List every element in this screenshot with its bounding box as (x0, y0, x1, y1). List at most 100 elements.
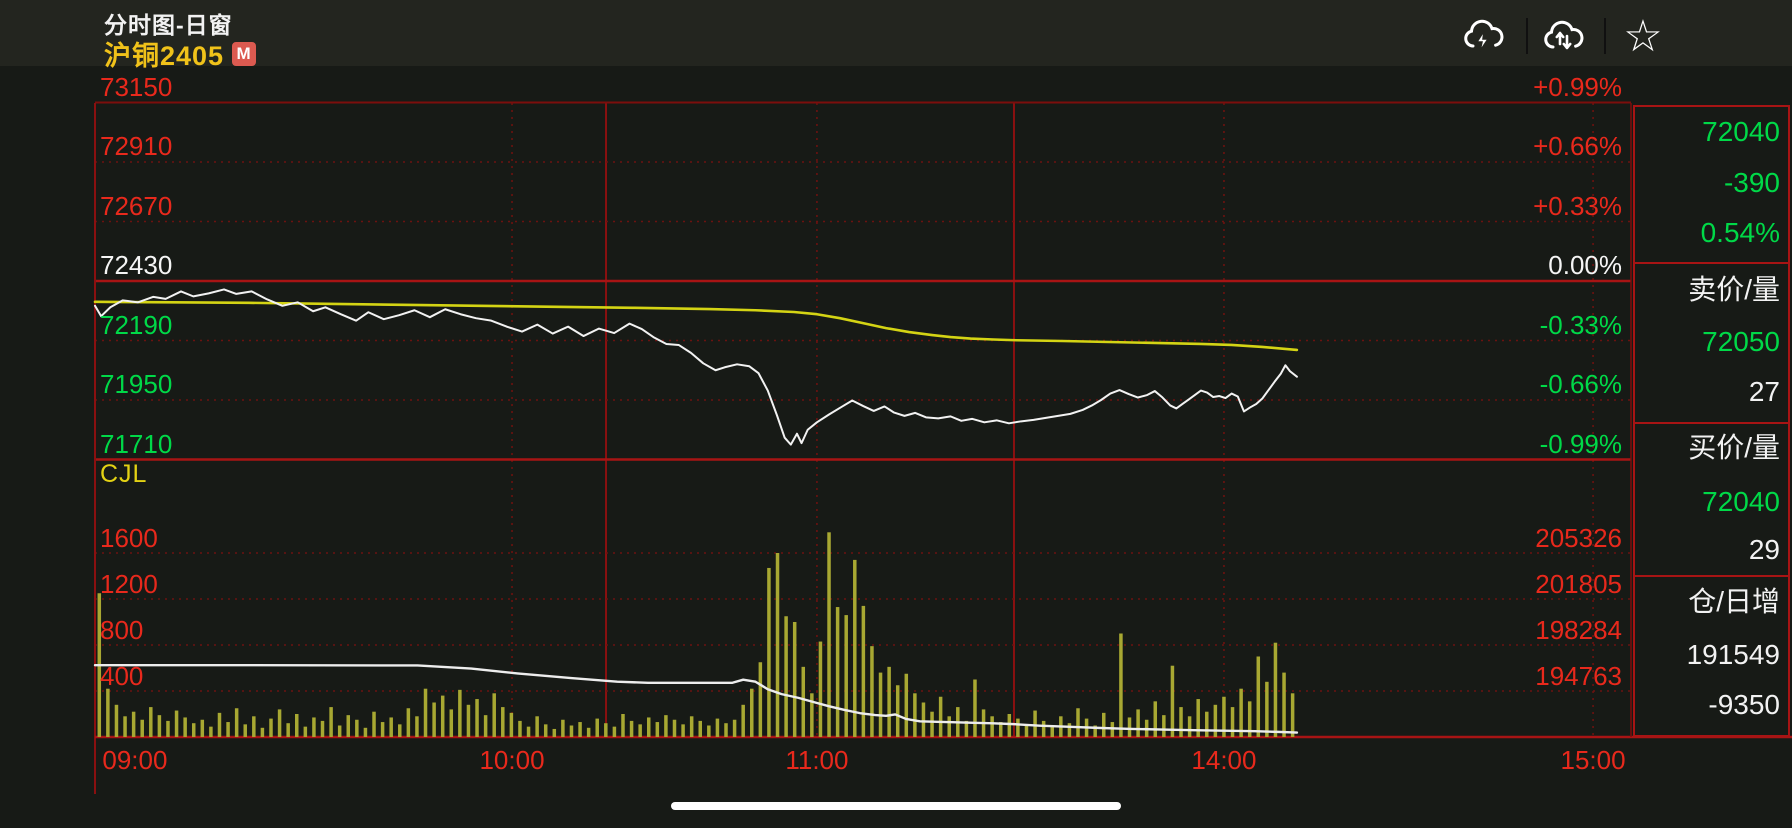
open-interest-label: 仓/日增 (1633, 586, 1790, 618)
volume-bar (1033, 711, 1037, 737)
volume-bar (1162, 715, 1166, 737)
volume-bar (673, 720, 677, 737)
open-interest-axis-tick: 194763 (1535, 663, 1622, 689)
volume-bar (819, 642, 823, 737)
volume-bar (896, 685, 900, 737)
volume-bar (905, 674, 909, 737)
volume-bar (235, 708, 239, 737)
volume-bar (252, 716, 256, 737)
last-price: 72040 (1633, 116, 1790, 148)
volume-bar (415, 716, 419, 737)
volume-bar (759, 662, 763, 737)
home-indicator[interactable] (671, 802, 1121, 810)
panel-divider (1633, 262, 1790, 264)
volume-bar (862, 606, 866, 737)
volume-bar (484, 715, 488, 737)
open-interest-daily-change: -9350 (1633, 689, 1790, 721)
volume-bar (578, 722, 582, 737)
volume-bar (604, 723, 608, 737)
volume-bar (1102, 713, 1106, 737)
volume-bar (664, 715, 668, 737)
volume-bar (115, 705, 119, 737)
volume-bar (947, 716, 951, 737)
volume-bar (570, 726, 574, 738)
intraday-chart-canvas[interactable] (0, 0, 1792, 828)
volume-bar (776, 553, 780, 737)
volume-bar (1171, 666, 1175, 737)
volume-bar (887, 667, 891, 737)
time-axis-tick: 14:00 (1164, 747, 1284, 773)
volume-bar (475, 699, 479, 737)
volume-bar (656, 722, 660, 737)
volume-bar (407, 708, 411, 737)
volume-bar (990, 716, 994, 737)
volume-bar (166, 721, 170, 737)
price-axis-tick: 73150 (100, 74, 172, 100)
volume-bar (467, 705, 471, 737)
volume-bar (793, 622, 797, 737)
volume-bar (510, 713, 513, 737)
ask-price[interactable]: 72050 (1633, 326, 1790, 358)
volume-bar (1025, 724, 1029, 737)
volume-bar (321, 721, 325, 737)
volume-bar (621, 714, 625, 737)
price-axis-tick: 72910 (100, 133, 172, 159)
volume-bar (286, 723, 290, 737)
volume-bar (681, 724, 685, 737)
open-interest-line (95, 665, 1297, 732)
volume-bar (123, 716, 127, 737)
volume-bar (501, 707, 505, 737)
volume-bar (1154, 701, 1158, 737)
volume-bar (140, 720, 144, 737)
volume-bar (424, 689, 428, 737)
volume-bar (175, 711, 179, 737)
volume-bar (355, 720, 359, 737)
percent-axis-tick: +0.33% (1533, 193, 1622, 219)
volume-bar (784, 616, 788, 737)
ask-quantity: 27 (1633, 376, 1790, 408)
volume-bar (158, 715, 162, 737)
volume-bar (372, 712, 376, 737)
volume-bar (518, 721, 522, 737)
volume-bar (595, 719, 599, 737)
volume-bar (733, 720, 737, 737)
bid-quantity: 29 (1633, 534, 1790, 566)
volume-axis-tick: 800 (100, 617, 143, 643)
average-price-line (95, 302, 1297, 350)
volume-bar (707, 726, 711, 738)
volume-bar (1265, 682, 1269, 737)
price-axis-tick: 71950 (100, 371, 172, 397)
volume-bar (647, 717, 651, 737)
volume-axis-tick: 400 (100, 663, 143, 689)
volume-bar (1016, 719, 1020, 737)
volume-bar (939, 697, 943, 737)
volume-bar (312, 717, 316, 737)
volume-bar (527, 727, 531, 737)
bid-price[interactable]: 72040 (1633, 486, 1790, 518)
volume-bar (561, 720, 565, 737)
price-axis-tick: 71710 (100, 431, 172, 457)
volume-bar (1076, 708, 1080, 737)
volume-bar (1257, 657, 1261, 738)
volume-bar (690, 716, 694, 737)
volume-bar (226, 722, 230, 737)
volume-bar (201, 720, 205, 737)
volume-bar (535, 716, 539, 737)
open-interest-axis-tick: 201805 (1535, 571, 1622, 597)
volume-bar (458, 690, 462, 737)
price-axis-tick: 72670 (100, 193, 172, 219)
volume-axis-tick: 1600 (100, 525, 158, 551)
price-line (95, 289, 1297, 444)
volume-bar (106, 689, 110, 737)
volume-bar (209, 727, 213, 737)
volume-bar (613, 727, 617, 737)
bid-label: 买价/量 (1633, 432, 1790, 464)
volume-bar (587, 728, 591, 737)
panel-divider (1633, 422, 1790, 424)
volume-bar (269, 719, 273, 737)
percent-axis-tick: 0.00% (1548, 252, 1622, 278)
volume-bar (492, 693, 496, 737)
volume-bar (398, 724, 402, 737)
open-interest-value: 191549 (1633, 639, 1790, 671)
ask-label: 卖价/量 (1633, 274, 1790, 306)
